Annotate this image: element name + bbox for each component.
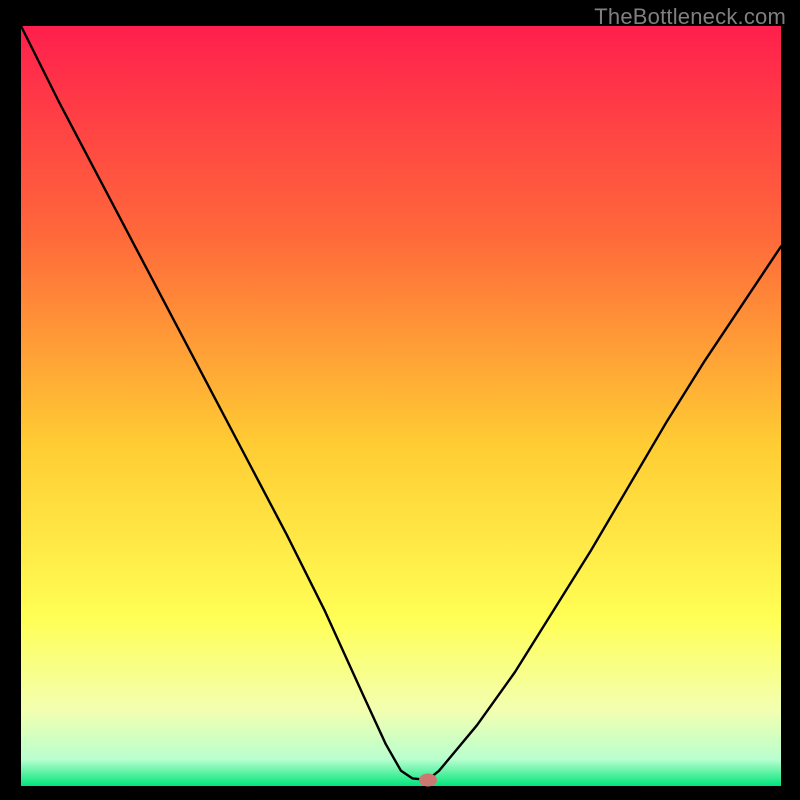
- watermark-text: TheBottleneck.com: [594, 4, 786, 30]
- chart-frame: TheBottleneck.com: [0, 0, 800, 800]
- optimum-marker: [419, 773, 437, 786]
- bottleneck-curve: [21, 26, 781, 780]
- curve-layer: [21, 26, 781, 786]
- plot-area: [21, 26, 781, 786]
